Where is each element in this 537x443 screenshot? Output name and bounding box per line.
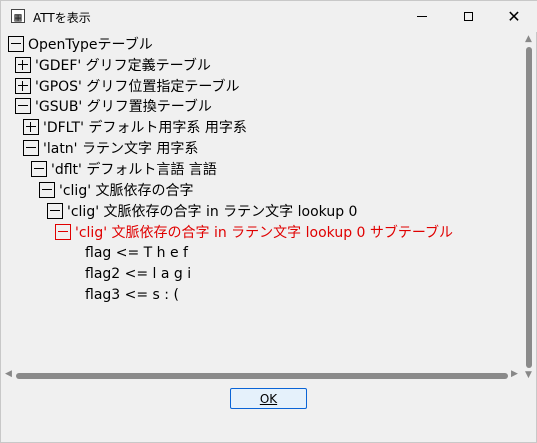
- collapse-icon[interactable]: [31, 161, 47, 177]
- app-icon: ▦: [11, 9, 25, 24]
- collapse-icon[interactable]: [23, 140, 39, 156]
- scroll-down-icon[interactable]: ▼: [525, 370, 532, 380]
- tree-node[interactable]: 'GPOS' グリフ位置指定テーブル: [15, 76, 240, 96]
- collapse-icon[interactable]: [39, 182, 55, 198]
- tree-node[interactable]: 'GDEF' グリフ定義テーブル: [15, 55, 211, 75]
- tree-node[interactable]: 'clig' 文脈依存の合字: [39, 180, 194, 200]
- expand-icon[interactable]: [15, 57, 31, 73]
- scroll-left-icon[interactable]: ◀: [5, 369, 12, 379]
- collapse-icon[interactable]: [47, 203, 63, 219]
- vertical-scrollbar[interactable]: ▲ ▼: [521, 32, 537, 383]
- expand-icon[interactable]: [23, 119, 39, 135]
- tree-node[interactable]: 'latn' ラテン文字 用字系: [23, 138, 198, 158]
- tree-node[interactable]: 'GSUB' グリフ置換テーブル: [15, 96, 212, 116]
- tree-view[interactable]: OpenTypeテーブル 'GDEF' グリフ定義テーブル 'GPOS' グリフ…: [5, 32, 521, 365]
- collapse-icon[interactable]: [15, 98, 31, 114]
- title-bar[interactable]: ▦ ATTを表示 ✕: [1, 1, 537, 32]
- tree-node-label: 'GSUB' グリフ置換テーブル: [35, 99, 212, 115]
- tree-node[interactable]: OpenTypeテーブル: [8, 34, 153, 54]
- tree-node-label: 'dflt' デフォルト言語 言語: [51, 162, 217, 178]
- tree-node-label: 'clig' 文脈依存の合字: [59, 183, 194, 199]
- att-window: ▦ ATTを表示 ✕ OpenTypeテーブル 'GDEF' グリフ定義テーブル…: [0, 0, 537, 443]
- tree-node-label: 'latn' ラテン文字 用字系: [43, 141, 199, 157]
- tree-node[interactable]: 'dflt' デフォルト言語 言語: [31, 159, 217, 179]
- collapse-icon[interactable]: [8, 36, 24, 52]
- minimize-icon: [417, 16, 427, 17]
- tree-node-label: 'DFLT' デフォルト用字系 用字系: [43, 120, 247, 136]
- maximize-icon: [463, 12, 473, 21]
- collapse-icon[interactable]: [55, 224, 71, 240]
- close-icon: ✕: [507, 6, 521, 26]
- tree-node-selected[interactable]: 'clig' 文脈依存の合字 in ラテン文字 lookup 0 サブテーブル: [55, 222, 453, 242]
- tree-node-label: 'clig' 文脈依存の合字 in ラテン文字 lookup 0: [67, 204, 358, 220]
- vertical-scroll-thumb[interactable]: [526, 47, 532, 368]
- tree-node-label: 'clig' 文脈依存の合字 in ラテン文字 lookup 0 サブテーブル: [75, 225, 454, 241]
- scroll-up-icon[interactable]: ▲: [525, 34, 532, 44]
- close-button[interactable]: ✕: [491, 1, 537, 32]
- tree-node-label: OpenTypeテーブル: [28, 37, 153, 53]
- tree-node-label: 'GDEF' グリフ定義テーブル: [35, 58, 211, 74]
- minimize-button[interactable]: [399, 1, 445, 32]
- tree-leaf[interactable]: flag3 <= s : (: [85, 285, 179, 305]
- scroll-right-icon[interactable]: ▶: [511, 369, 518, 379]
- tree-leaf[interactable]: flag <= T h e f: [85, 243, 188, 263]
- tree-node[interactable]: 'clig' 文脈依存の合字 in ラテン文字 lookup 0: [47, 201, 357, 221]
- tree-leaf[interactable]: flag2 <= l a g i: [85, 264, 191, 284]
- expand-icon[interactable]: [15, 78, 31, 94]
- tree-node[interactable]: 'DFLT' デフォルト用字系 用字系: [23, 117, 247, 137]
- maximize-button[interactable]: [445, 1, 491, 32]
- window-title: ATTを表示: [33, 11, 91, 25]
- horizontal-scroll-thumb[interactable]: [16, 373, 508, 379]
- tree-node-label: 'GPOS' グリフ位置指定テーブル: [35, 79, 240, 95]
- horizontal-scrollbar[interactable]: ◀ ▶: [1, 367, 521, 384]
- ok-button[interactable]: OK: [230, 388, 307, 409]
